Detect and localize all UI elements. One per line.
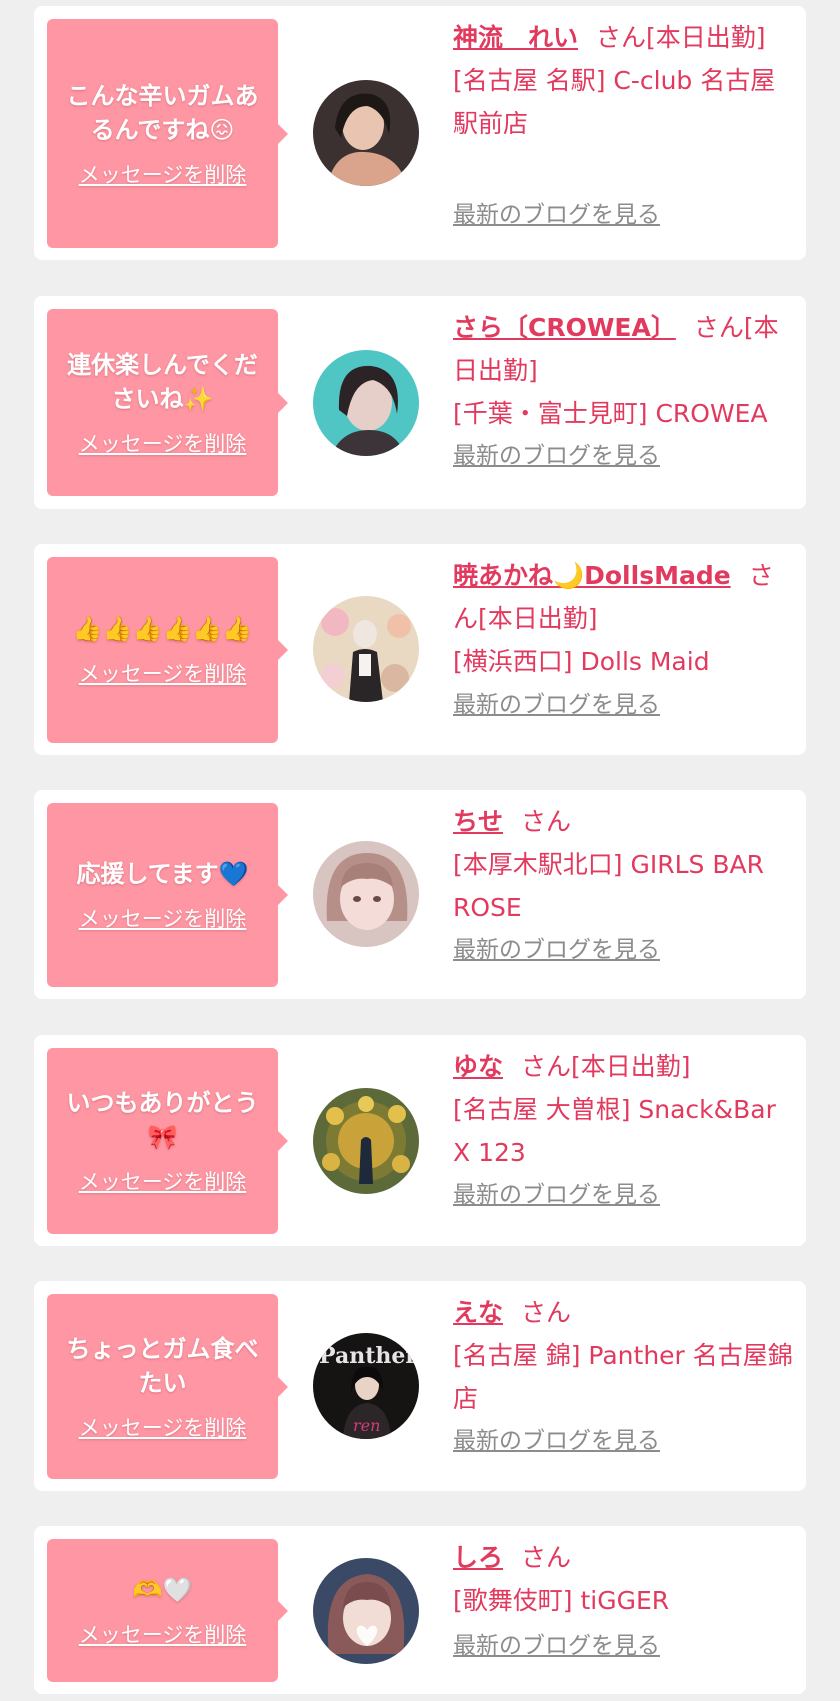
delete-message-link[interactable]: メッセージを削除	[79, 1412, 247, 1442]
cast-avatar[interactable]	[313, 80, 419, 186]
cast-photo-icon	[313, 80, 419, 186]
cast-info: しろ さん [歌舞伎町] tiGGER	[453, 1536, 793, 1622]
message-card: こんな辛いガムあるんですね😖 メッセージを削除 神流 れい さん[本日出勤] [名…	[34, 6, 806, 260]
shop-name: [本厚木駅北口] GIRLS BAR ROSE	[453, 850, 764, 922]
message-text: 🫶🤍	[132, 1575, 193, 1604]
cast-avatar[interactable]	[313, 350, 419, 456]
svg-text:Panther: Panther	[319, 1343, 417, 1369]
shop-name: [歌舞伎町] tiGGER	[453, 1586, 670, 1615]
cast-name-line: さら〔CROWEA〕 さん[本日出勤]	[453, 306, 793, 392]
latest-blog-link[interactable]: 最新のブログを見る	[453, 930, 660, 964]
message-card: いつもありがとう🎀 メッセージを削除 ゆな さん[本日出勤] [名古屋 大曽根] …	[34, 1035, 806, 1246]
cast-photo-icon	[313, 841, 419, 947]
message-bubble: こんな辛いガムあるんですね😖 メッセージを削除	[47, 19, 288, 248]
cast-name-link[interactable]: ゆな	[453, 1052, 503, 1081]
message-bubble: 連休楽しんでくださいね✨ メッセージを削除	[47, 309, 288, 496]
cast-info: 神流 れい さん[本日出勤] [名古屋 名駅] C-club 名古屋駅前店	[453, 16, 793, 145]
cast-status: さん[本日出勤]	[521, 1052, 691, 1081]
cast-photo-icon	[313, 1088, 419, 1194]
delete-message-link[interactable]: メッセージを削除	[79, 428, 247, 458]
cast-name-link[interactable]: 暁あかね🌙DollsMade	[453, 561, 731, 590]
message-bubble: 🫶🤍 メッセージを削除	[47, 1539, 288, 1682]
shop-name: [名古屋 錦] Panther 名古屋錦店	[453, 1341, 793, 1413]
message-text: 応援してます💙	[76, 860, 249, 888]
cast-name-line: えな さん	[453, 1291, 793, 1334]
shop-name: [名古屋 大曽根] Snack&Bar X 123	[453, 1095, 776, 1167]
message-card: 応援してます💙 メッセージを削除 ちせ さん [本厚木駅北口] GIRLS BAR…	[34, 790, 806, 999]
message-text: 連休楽しんでくださいね✨	[67, 350, 258, 413]
cast-info: えな さん [名古屋 錦] Panther 名古屋錦店	[453, 1291, 793, 1420]
cast-status: さん	[521, 1543, 572, 1572]
message-bubble: ちょっとガム食べたい メッセージを削除	[47, 1294, 288, 1479]
cast-avatar[interactable]	[313, 841, 419, 947]
message-text: こんな辛いガムあるんですね😖	[66, 81, 259, 144]
cast-avatar[interactable]	[313, 1558, 419, 1664]
message-bubble: 👍👍👍👍👍👍 メッセージを削除	[47, 557, 288, 743]
cast-avatar[interactable]: Panther ren	[313, 1333, 419, 1439]
shop-name: [横浜西口] Dolls Maid	[453, 647, 710, 676]
message-text: いつもありがとう🎀	[66, 1089, 259, 1151]
latest-blog-link[interactable]: 最新のブログを見る	[453, 685, 660, 719]
delete-message-link[interactable]: メッセージを削除	[79, 1619, 247, 1649]
latest-blog-link[interactable]: 最新のブログを見る	[453, 436, 660, 470]
cast-name-link[interactable]: ちせ	[453, 807, 503, 836]
message-card: 連休楽しんでくださいね✨ メッセージを削除 さら〔CROWEA〕 さん[本日出勤]…	[34, 296, 806, 509]
cast-name-line: しろ さん	[453, 1536, 793, 1579]
message-bubble: 応援してます💙 メッセージを削除	[47, 803, 288, 987]
message-text: ちょっとガム食べたい	[66, 1334, 259, 1397]
delete-message-link[interactable]: メッセージを削除	[79, 159, 247, 189]
cast-name-line: ゆな さん[本日出勤]	[453, 1045, 793, 1088]
cast-name-line: 神流 れい さん[本日出勤]	[453, 16, 793, 59]
cast-status: さん	[521, 807, 572, 836]
message-bubble: いつもありがとう🎀 メッセージを削除	[47, 1048, 288, 1234]
delete-message-link[interactable]: メッセージを削除	[79, 658, 247, 688]
svg-text:ren: ren	[353, 1416, 380, 1435]
message-card: ちょっとガム食べたい メッセージを削除 Panther ren えな さん [名古…	[34, 1281, 806, 1491]
delete-message-link[interactable]: メッセージを削除	[79, 903, 247, 933]
cast-photo-icon	[313, 1558, 419, 1664]
cast-info: 暁あかね🌙DollsMade さん[本日出勤] [横浜西口] Dolls Maid	[453, 554, 793, 683]
latest-blog-link[interactable]: 最新のブログを見る	[453, 1626, 660, 1660]
message-card: 👍👍👍👍👍👍 メッセージを削除 暁あかね🌙DollsMade さん[本日出勤] […	[34, 544, 806, 755]
cast-avatar[interactable]	[313, 1088, 419, 1194]
cast-status: さん	[521, 1298, 572, 1327]
message-text: 👍👍👍👍👍👍	[72, 615, 253, 643]
cast-avatar[interactable]	[313, 596, 419, 702]
cast-name-link[interactable]: えな	[453, 1298, 503, 1327]
cast-info: さら〔CROWEA〕 さん[本日出勤] [千葉・富士見町] CROWEA	[453, 306, 793, 435]
cast-info: ちせ さん [本厚木駅北口] GIRLS BAR ROSE	[453, 800, 793, 929]
cast-name-link[interactable]: しろ	[453, 1543, 503, 1572]
cast-name-line: 暁あかね🌙DollsMade さん[本日出勤]	[453, 554, 793, 640]
message-list: こんな辛いガムあるんですね😖 メッセージを削除 神流 れい さん[本日出勤] [名…	[0, 0, 840, 1701]
cast-photo-icon: Panther ren	[313, 1333, 419, 1439]
cast-info: ゆな さん[本日出勤] [名古屋 大曽根] Snack&Bar X 123	[453, 1045, 793, 1174]
cast-name-link[interactable]: さら〔CROWEA〕	[453, 313, 676, 342]
cast-name-line: ちせ さん	[453, 800, 793, 843]
cast-name-link[interactable]: 神流 れい	[453, 23, 578, 52]
cast-photo-icon	[313, 350, 419, 456]
message-card: 🫶🤍 メッセージを削除 しろ さん [歌舞伎町] tiGGER 最新のブログを見る	[34, 1526, 806, 1694]
shop-name: [千葉・富士見町] CROWEA	[453, 399, 768, 428]
cast-status: さん[本日出勤]	[596, 23, 766, 52]
latest-blog-link[interactable]: 最新のブログを見る	[453, 1421, 660, 1455]
cast-photo-icon	[313, 596, 419, 702]
latest-blog-link[interactable]: 最新のブログを見る	[453, 1175, 660, 1209]
shop-name: [名古屋 名駅] C-club 名古屋駅前店	[453, 66, 776, 138]
latest-blog-link[interactable]: 最新のブログを見る	[453, 195, 660, 229]
delete-message-link[interactable]: メッセージを削除	[79, 1166, 247, 1196]
